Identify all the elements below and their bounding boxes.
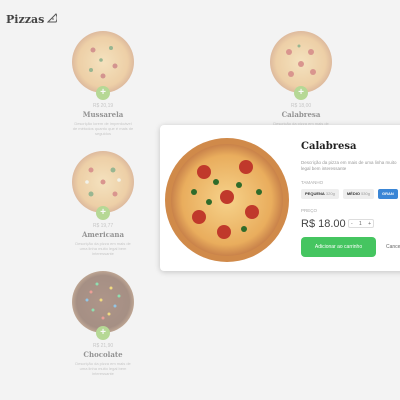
add-pizza-button[interactable]: +: [96, 326, 110, 340]
pizza-name: Chocolate: [83, 350, 123, 359]
pizza-description: Descrição da pizza em mais de uma linha …: [75, 241, 131, 256]
pizza-name: Calabresa: [281, 110, 321, 119]
quantity-stepper[interactable]: - 1 +: [348, 219, 374, 228]
price-label: PREÇO: [301, 208, 318, 213]
pizza-detail-modal: Calabresa Descrição da pizza em mais de …: [160, 125, 400, 271]
size-option-medium[interactable]: MÉDIO 530g: [342, 189, 374, 199]
modal-title: Calabresa: [301, 141, 357, 152]
pizza-price: R$ 19,77: [92, 223, 114, 229]
pizza-card-americana[interactable]: + R$ 19,77 Americana Descrição da pizza …: [63, 150, 143, 256]
pizza-description: Descrição da pizza em mais de uma linha …: [75, 361, 131, 376]
add-to-cart-button[interactable]: Adicionar ao carrinho: [301, 237, 376, 257]
pizza-image: [72, 271, 134, 333]
pizza-name: Mussarela: [82, 110, 124, 119]
pizza-card-mussarela[interactable]: + R$ 20,19 Mussarela Descrição lorem de …: [63, 30, 143, 136]
header: Pizzas: [6, 10, 58, 28]
pizza-price: R$ 18,00: [290, 103, 312, 109]
size-option-large[interactable]: GRAN: [377, 189, 398, 199]
pizza-image: [72, 151, 134, 213]
pizza-card-calabresa[interactable]: + R$ 18,00 Calabresa Descrição da pizza …: [261, 30, 341, 131]
add-pizza-button[interactable]: +: [96, 206, 110, 220]
modal-price: R$ 18.00: [301, 218, 346, 230]
size-option-small[interactable]: PEQUENA 320g: [301, 189, 339, 199]
cancel-button[interactable]: Cancelar: [386, 237, 400, 257]
pizza-slice-icon: [47, 10, 58, 28]
quantity-value: 1: [358, 220, 362, 227]
pizza-name: Americana: [81, 230, 125, 239]
pizza-image: [72, 31, 134, 93]
add-pizza-button[interactable]: +: [294, 86, 308, 100]
pizza-card-chocolate[interactable]: + R$ 21,90 Chocolate Descrição da pizza …: [63, 270, 143, 376]
add-pizza-button[interactable]: +: [96, 86, 110, 100]
app-title: Pizzas: [6, 12, 45, 26]
increment-button[interactable]: +: [368, 221, 371, 227]
pizza-description: Descrição lorem de imperdoável de método…: [72, 121, 134, 136]
decrement-button[interactable]: -: [351, 221, 353, 227]
size-label: TAMANHO: [301, 180, 324, 185]
size-selector: PEQUENA 320g MÉDIO 530g GRAN: [301, 189, 398, 199]
pizza-image: [270, 31, 332, 93]
pizza-large-image: [165, 138, 289, 262]
modal-description: Descrição da pizza em mais de uma linha …: [301, 160, 397, 171]
pizza-price: R$ 21,90: [92, 343, 114, 349]
pizza-price: R$ 20,19: [92, 103, 114, 109]
